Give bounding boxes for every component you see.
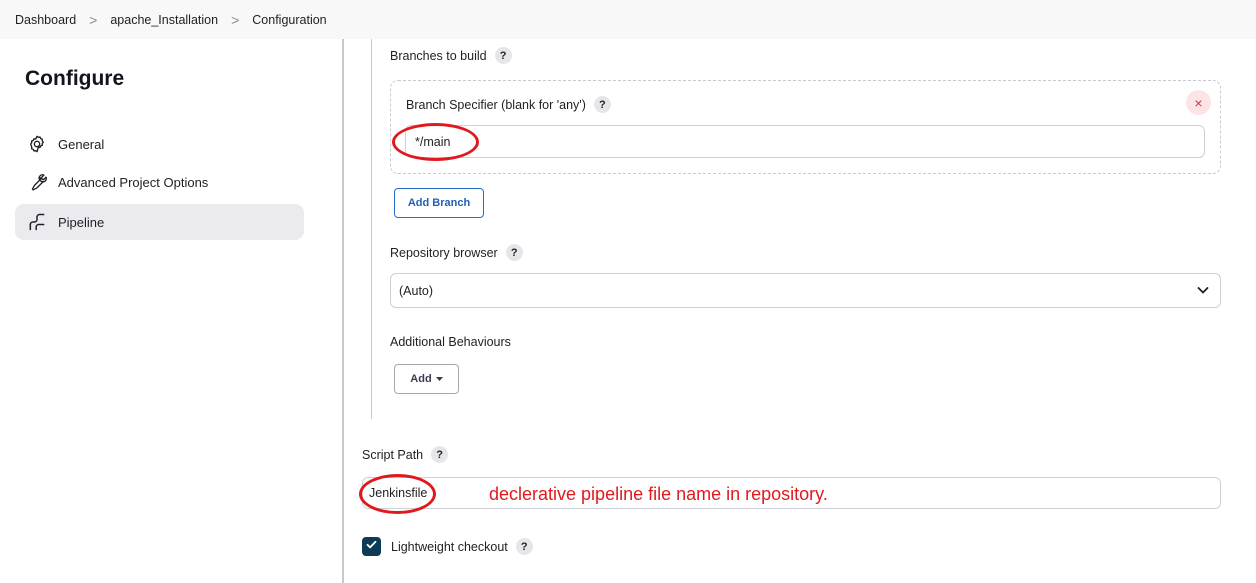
page-title: Configure: [25, 67, 125, 90]
script-path-label: Script Path ?: [362, 446, 449, 463]
remove-branch-button[interactable]: ×: [1186, 90, 1211, 115]
add-behaviour-button[interactable]: Add: [394, 364, 459, 394]
branch-specifier-text: Branch Specifier (blank for 'any'): [406, 97, 586, 112]
help-icon[interactable]: ?: [494, 47, 512, 64]
breadcrumb: Dashboard > apache_Installation > Config…: [0, 0, 1256, 39]
sidebar-item-pipeline[interactable]: Pipeline: [15, 204, 304, 240]
annotation-text: declerative pipeline file name in reposi…: [489, 484, 828, 504]
sidebar-item-label: Pipeline: [58, 214, 105, 230]
lightweight-checkout-checkbox[interactable]: [362, 537, 381, 556]
help-icon[interactable]: ?: [593, 96, 611, 113]
content-divider: [342, 39, 344, 583]
sidebar-item-general[interactable]: General: [15, 126, 304, 162]
repository-browser-label: Repository browser ?: [390, 244, 523, 261]
branch-specifier-input[interactable]: */main: [405, 125, 1205, 158]
section-indent-line: [371, 39, 372, 419]
branches-to-build-text: Branches to build: [390, 48, 487, 63]
breadcrumb-project[interactable]: apache_Installation: [110, 13, 218, 27]
additional-behaviours-label: Additional Behaviours: [390, 335, 511, 349]
branch-specifier-label: Branch Specifier (blank for 'any') ?: [406, 96, 611, 113]
annotation-circle-script-path: [359, 474, 436, 514]
help-icon[interactable]: ?: [515, 538, 533, 555]
script-path-text: Script Path: [362, 447, 424, 462]
breadcrumb-dashboard[interactable]: Dashboard: [15, 13, 76, 27]
repository-browser-select[interactable]: (Auto): [390, 273, 1221, 308]
breadcrumb-separator: >: [89, 11, 98, 28]
breadcrumb-configuration[interactable]: Configuration: [252, 13, 326, 27]
sidebar: Configure General Advanced Project Optio…: [0, 39, 342, 583]
repository-browser-value: (Auto): [399, 283, 434, 298]
sidebar-item-advanced-project-options[interactable]: Advanced Project Options: [15, 164, 304, 200]
checkmark-icon: [365, 538, 378, 556]
lightweight-checkout-label: Lightweight checkout ?: [391, 538, 533, 555]
sidebar-item-label: General: [58, 136, 105, 152]
help-icon[interactable]: ?: [505, 244, 523, 261]
additional-behaviours-text: Additional Behaviours: [390, 335, 511, 349]
close-icon: ×: [1194, 94, 1203, 111]
gear-icon: [26, 133, 48, 155]
annotation-circle-branch: [392, 123, 479, 161]
add-branch-button[interactable]: Add Branch: [394, 188, 484, 218]
wrench-icon: [26, 171, 48, 193]
caret-down-icon: [435, 373, 443, 385]
help-icon[interactable]: ?: [431, 446, 449, 463]
lightweight-checkout-text: Lightweight checkout: [391, 539, 508, 554]
chevron-down-icon: [1196, 283, 1210, 300]
add-button-label: Add: [410, 373, 432, 385]
breadcrumb-separator: >: [231, 11, 240, 28]
branches-to-build-label: Branches to build ?: [390, 47, 512, 64]
repository-browser-text: Repository browser: [390, 245, 498, 260]
pipeline-icon: [26, 211, 48, 233]
sidebar-item-label: Advanced Project Options: [58, 174, 209, 190]
